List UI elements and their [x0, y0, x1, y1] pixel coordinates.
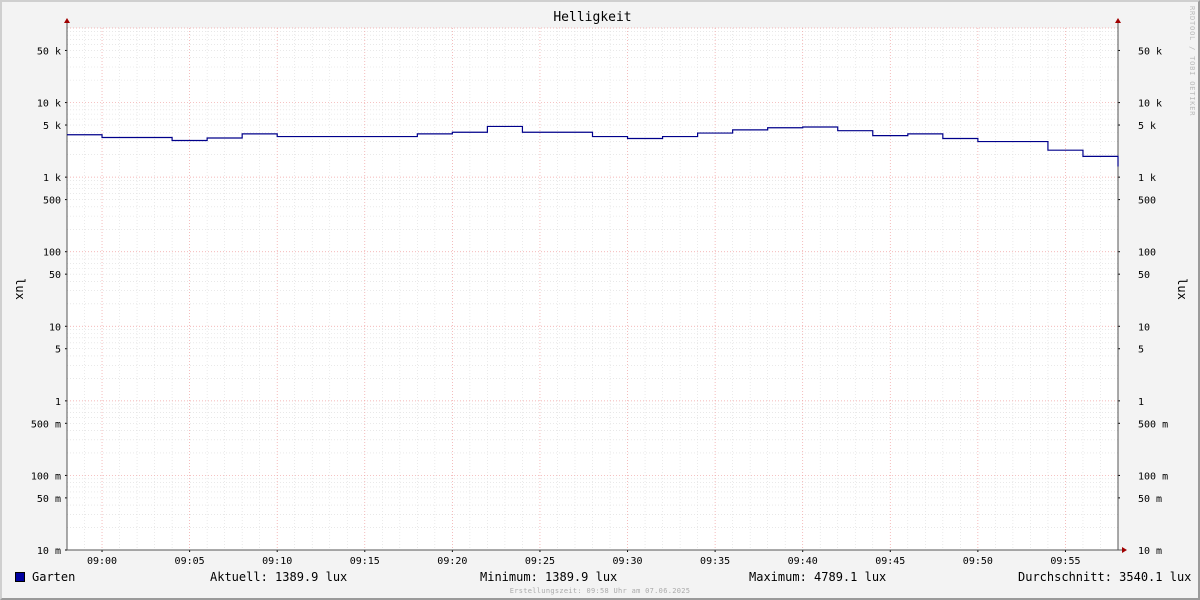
y-axis-arrow-right — [1115, 18, 1121, 23]
x-tick-label: 09:20 — [437, 556, 467, 567]
y-tick-label-right: 500 — [1138, 196, 1156, 207]
y-axis-arrow-left — [64, 18, 70, 23]
x-tick-label: 09:00 — [87, 556, 117, 567]
legend-series-name: Garten — [32, 570, 76, 584]
x-tick-label: 09:05 — [175, 556, 205, 567]
y-tick-label-right: 10 m — [1138, 546, 1162, 557]
x-tick-label: 09:25 — [525, 556, 555, 567]
x-tick-label: 09:10 — [262, 556, 292, 567]
y-tick-label-left: 500 m — [31, 419, 61, 430]
chart-title: Helligkeit — [553, 10, 631, 25]
y-tick-label-left: 5 k — [43, 121, 61, 132]
y-tick-label-left: 10 m — [37, 546, 61, 557]
legend-minimum: Minimum: 1389.9 lux — [480, 570, 618, 584]
y-tick-label-right: 5 k — [1138, 121, 1156, 132]
y-tick-label-left: 10 k — [37, 99, 61, 110]
y-tick-label-left: 100 m — [31, 471, 61, 482]
y-tick-label-left: 1 k — [43, 173, 61, 184]
y-tick-label-right: 1 k — [1138, 173, 1156, 184]
x-tick-label: 09:50 — [963, 556, 993, 567]
y-tick-label-right: 1 — [1138, 397, 1144, 408]
y-tick-label-left: 5 — [55, 345, 61, 356]
y-tick-label-left: 10 — [49, 322, 61, 333]
y-axis-label-left: lux — [13, 278, 27, 300]
x-tick-label: 09:40 — [788, 556, 818, 567]
y-tick-label-left: 500 — [43, 196, 61, 207]
y-tick-label-left: 50 m — [37, 494, 61, 505]
y-tick-label-right: 10 — [1138, 322, 1150, 333]
x-tick-label: 09:45 — [875, 556, 905, 567]
rrdtool-watermark: RRDTOOL / TOBI OETIKER — [1188, 6, 1196, 117]
legend-current: Aktuell: 1389.9 lux — [210, 570, 348, 584]
y-tick-label-right: 100 m — [1138, 471, 1168, 482]
y-tick-label-right: 100 — [1138, 248, 1156, 259]
y-axis-label-right: lux — [1175, 278, 1189, 300]
y-tick-label-left: 100 — [43, 248, 61, 259]
y-tick-label-left: 50 k — [37, 46, 61, 57]
legend-average: Durchschnitt: 3540.1 lux — [1018, 570, 1192, 584]
x-tick-label: 09:15 — [350, 556, 380, 567]
chart-frame: 10 m 10 m 50 m 50 m 100 m 100 m 500 m 500 m 1 1 5 5… — [0, 0, 1200, 600]
y-tick-label-right: 50 m — [1138, 494, 1162, 505]
y-tick-label-left: 50 — [49, 270, 61, 281]
x-tick-label: 09:55 — [1050, 556, 1080, 567]
brightness-chart: 10 m 10 m 50 m 50 m 100 m 100 m 500 m 500 m 1 1 5 5… — [13, 10, 1189, 567]
creation-time-footer: Erstellungszeit: 09:58 Uhr am 07.06.2025 — [509, 587, 691, 595]
x-tick-label: 09:35 — [700, 556, 730, 567]
y-tick-label-right: 500 m — [1138, 419, 1168, 430]
legend-swatch-garten — [15, 572, 25, 582]
y-tick-label-left: 1 — [55, 397, 61, 408]
y-tick-label-right: 50 — [1138, 270, 1150, 281]
x-axis-arrow — [1122, 547, 1127, 553]
legend-maximum: Maximum: 4789.1 lux — [749, 570, 887, 584]
y-tick-label-right: 10 k — [1138, 99, 1162, 110]
x-tick-label: 09:30 — [612, 556, 642, 567]
y-tick-label-right: 50 k — [1138, 46, 1162, 57]
y-tick-label-right: 5 — [1138, 345, 1144, 356]
